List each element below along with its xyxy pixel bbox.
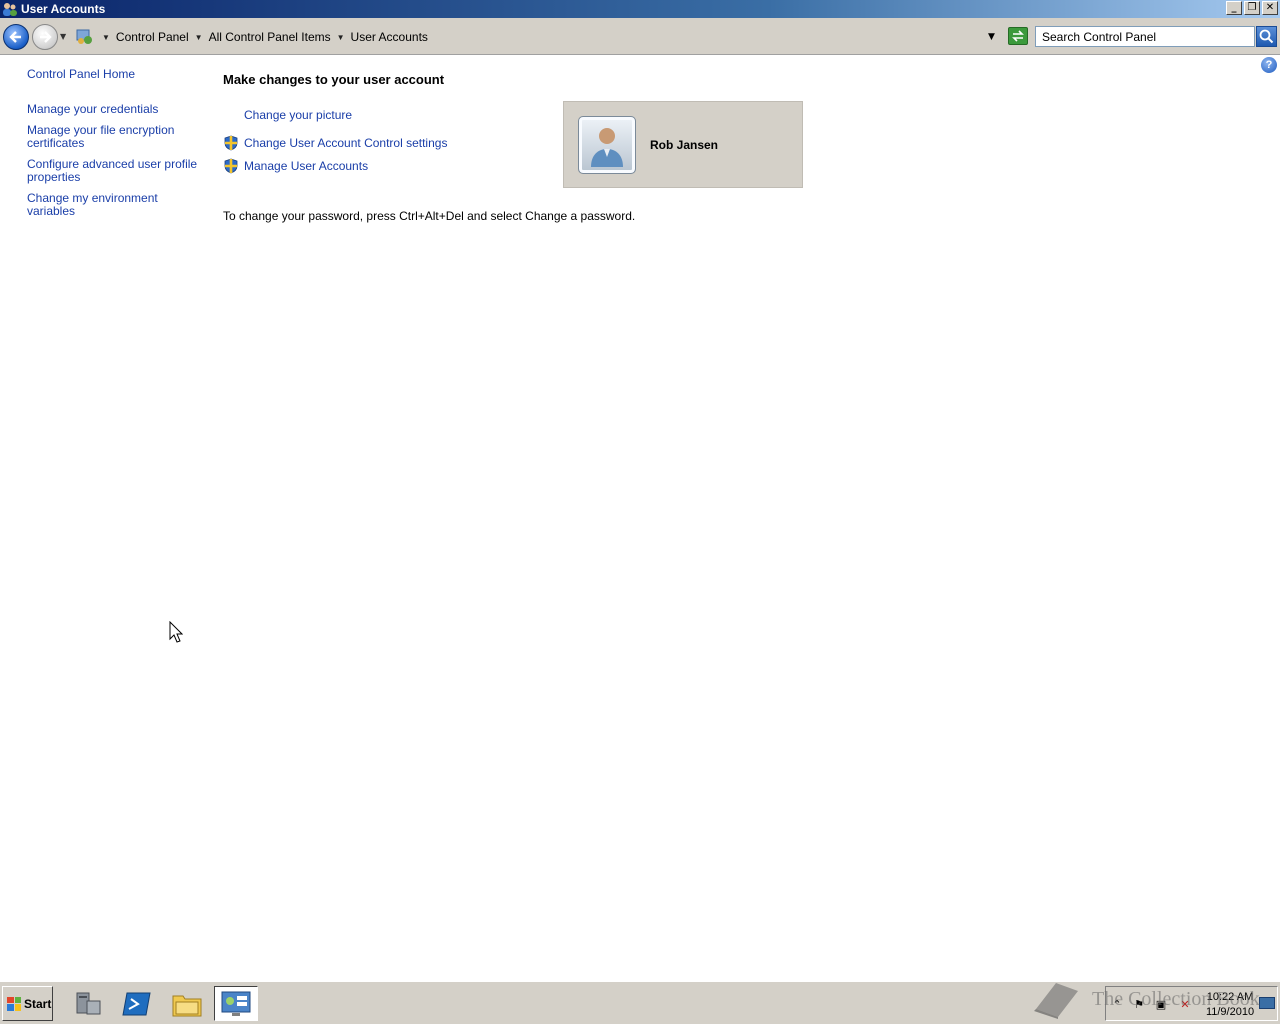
task-uac-settings[interactable]: Change User Account Control settings [223,135,447,151]
back-button[interactable] [3,24,29,50]
refresh-icon [1012,30,1024,42]
breadcrumb-user-accounts[interactable]: User Accounts [351,30,428,44]
title-bar[interactable]: User Accounts _ ❐ ✕ [0,0,1280,18]
uac-shield-icon [224,135,238,151]
sidebar-item-control-panel-home[interactable]: Control Panel Home [27,68,207,81]
breadcrumb-all-items[interactable]: All Control Panel Items [209,30,331,44]
sidebar-item-label: Manage your file encryption [27,123,175,137]
windows-logo-icon [7,996,21,1011]
password-instructions: To change your password, press Ctrl+Alt+… [223,209,636,223]
help-icon[interactable]: ? [1261,57,1277,73]
window-title: User Accounts [21,2,106,16]
account-tile: Rob Jansen [563,101,803,188]
task-change-picture[interactable]: Change your picture [223,108,352,122]
show-desktop-button[interactable] [1259,997,1275,1009]
back-arrow-icon [9,31,21,43]
close-button[interactable]: ✕ [1262,1,1278,15]
change-picture-link[interactable]: Change your picture [244,108,352,122]
sidebar-item-label: Change my environment variables [27,191,158,218]
control-panel-icon [76,28,94,46]
sidebar-item-environment-variables[interactable]: Change my environment variables [27,192,207,218]
sidebar-item-label: Manage your credentials [27,102,159,116]
windows-explorer-icon[interactable] [165,986,209,1021]
control-panel-icon[interactable] [214,986,258,1021]
mouse-cursor-icon [169,621,183,643]
book-icon [1034,983,1078,1019]
powershell-icon[interactable] [115,986,159,1021]
server-manager-icon[interactable] [66,986,110,1021]
task-manage-accounts[interactable]: Manage User Accounts [223,158,368,174]
search-button[interactable] [1256,26,1277,47]
start-button[interactable]: Start [2,986,53,1021]
start-label: Start [24,996,52,1011]
sidebar-item-advanced-profile[interactable]: Configure advanced user profile properti… [27,158,207,184]
search-input[interactable]: Search Control Panel [1035,26,1255,47]
uac-settings-link[interactable]: Change User Account Control settings [244,136,447,150]
recent-pages-dropdown[interactable]: ▼ [60,32,66,41]
address-dropdown-button[interactable]: ▼ [988,32,995,42]
avatar[interactable] [578,116,636,174]
account-name: Rob Jansen [650,138,719,152]
forward-arrow-icon [40,31,52,43]
user-silhouette-icon [591,128,623,167]
page-title: Make changes to your user account [223,72,445,87]
address-bar: ▼ ▼ Control Panel ▼ All Control Panel It… [0,18,1280,55]
breadcrumb-control-panel[interactable]: Control Panel [116,30,189,44]
sidebar-item-file-encryption[interactable]: Manage your file encryption certificates [27,124,207,150]
watermark: The Collection Book [1030,975,1260,1023]
forward-button[interactable] [32,24,58,50]
manage-user-accounts-link[interactable]: Manage User Accounts [244,159,368,173]
chevron-down-icon[interactable]: ▼ [195,33,203,42]
chevron-down-icon[interactable]: ▼ [337,33,345,42]
main-content: Make changes to your user account Change… [223,72,923,223]
search-icon [1259,29,1274,44]
uac-shield-icon [224,158,238,174]
user-accounts-icon [2,1,18,17]
watermark-text: The Collection Book [1092,987,1260,1010]
sidebar: Control Panel Home Manage your credentia… [27,68,207,226]
refresh-button[interactable] [1008,27,1028,45]
chevron-down-icon[interactable]: ▼ [102,33,110,42]
sidebar-item-manage-credentials[interactable]: Manage your credentials [27,103,207,116]
sidebar-item-label: certificates [27,136,85,150]
breadcrumb: ▼ Control Panel ▼ All Control Panel Item… [76,26,1028,48]
sidebar-item-label: Configure advanced user profile [27,157,198,171]
sidebar-item-label: properties [27,170,81,184]
restore-button[interactable]: ❐ [1244,1,1260,15]
minimize-button[interactable]: _ [1226,1,1242,15]
